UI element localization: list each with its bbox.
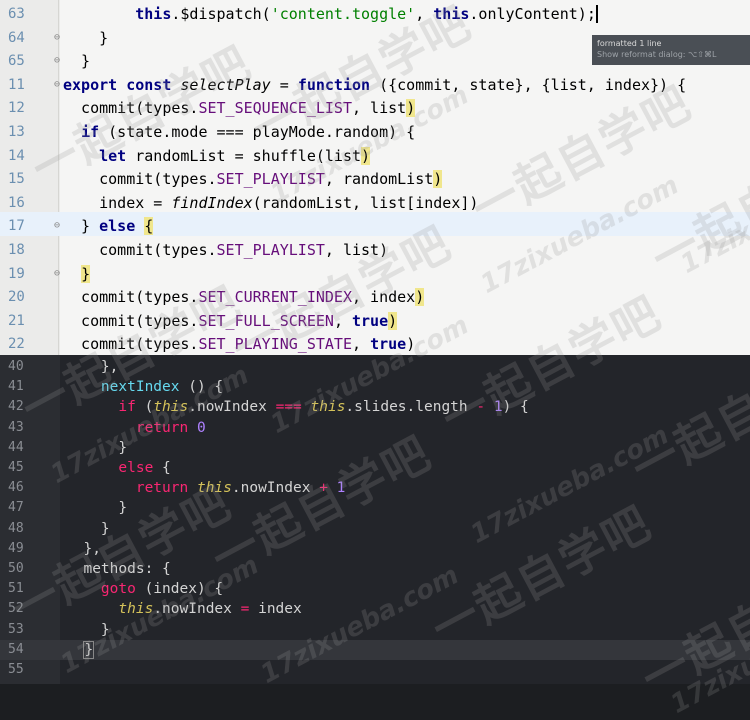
code-text: methods: { (66, 561, 171, 577)
line-number: 49 (8, 540, 24, 556)
code-line[interactable]: 54 } (0, 639, 750, 660)
line-number: 13 (8, 124, 25, 140)
fold-marker-icon[interactable]: ⊖ (52, 56, 62, 66)
line-number: 45 (8, 460, 24, 475)
code-text: } (63, 28, 109, 47)
line-number: 16 (8, 194, 25, 211)
code-text: if (this.nowIndex === this.slides.length… (118, 399, 529, 416)
code-text: commit(types.SET_PLAYLIST, list) (63, 241, 389, 259)
format-tooltip: formatted 1 line Show reformat dialog: ⌥… (592, 35, 750, 65)
code-text: } else { (63, 217, 154, 236)
line-number: 15 (8, 171, 25, 188)
line-number: 53 (8, 621, 24, 637)
fold-marker-icon[interactable]: ⊖ (52, 221, 62, 231)
code-text: } (66, 500, 128, 517)
code-text: } (83, 640, 95, 659)
line-number: 52 (8, 601, 24, 617)
tooltip-subtitle: Show reformat dialog: ⌥⇧⌘L (597, 50, 717, 59)
line-number: 47 (8, 500, 24, 516)
line-number: 11 (8, 76, 25, 93)
line-number: 22 (8, 336, 25, 353)
code-text: } (63, 52, 91, 71)
code-text: }, (66, 359, 119, 375)
code-text: commit(types.SET_PLAYLIST, randomList) (63, 170, 443, 189)
code-text: commit(types.SET_SEQUENCE_LIST, list) (63, 99, 416, 118)
line-number: 41 (8, 379, 24, 395)
line-number: 55 (8, 662, 24, 677)
code-text: }, (66, 540, 101, 557)
code-text: commit(types.SET_PLAYING_STATE, true) (63, 335, 416, 354)
code-text: this.nowIndex = index (118, 601, 302, 618)
line-number: 63 (8, 6, 25, 22)
code-text: if (state.mode === playMode.random) { (81, 123, 416, 141)
line-number: 43 (8, 419, 24, 435)
bottom-editor-panel: 40 }, 41 nextIndex () { 42 if (this.nowInd… (0, 355, 750, 684)
line-number: 42 (8, 399, 24, 415)
code-text: } (66, 520, 110, 537)
code-text: let randomList = shuffle(list) (99, 146, 371, 165)
line-number: 44 (8, 439, 24, 455)
fold-marker-icon[interactable]: ⊖ (52, 268, 62, 279)
line-number: 65 (8, 53, 25, 70)
code-text: commit(types.SET_CURRENT_INDEX, index) (63, 288, 425, 307)
fold-line (58, 0, 59, 355)
code-text: index = findIndex(randomList, list[index… (63, 193, 479, 212)
line-number: 21 (8, 312, 25, 329)
code-text: this.$dispatch('content.toggle', this.on… (135, 5, 598, 23)
line-number: 50 (8, 561, 24, 576)
code-text: nextIndex () { (100, 379, 224, 396)
fold-marker-icon[interactable]: ⊖ (52, 32, 62, 43)
fold-marker-icon[interactable]: ⊖ (52, 79, 62, 90)
line-number: 17 (8, 218, 25, 235)
line-number: 64 (8, 29, 25, 46)
top-editor-panel: 63 this.$dispatch('content.toggle', this… (0, 0, 750, 355)
line-number: 19 (8, 265, 25, 282)
line-number: 40 (8, 359, 24, 374)
code-text: return 0 (135, 419, 206, 436)
line-number: 14 (8, 147, 25, 164)
code-text: } (66, 439, 128, 456)
line-number: 18 (8, 242, 25, 258)
tooltip-title: formatted 1 line (597, 39, 662, 48)
code-text: } (81, 264, 91, 283)
line-number: 46 (8, 480, 24, 496)
code-text: else { (118, 460, 171, 476)
line-number: 48 (8, 520, 24, 536)
code-text: commit(types.SET_FULL_SCREEN, true) (63, 311, 398, 330)
code-text: return this.nowIndex + 1 (135, 480, 346, 497)
code-text: goto (index) { (100, 581, 224, 598)
line-number: 20 (8, 289, 25, 306)
code-text: } (66, 621, 110, 638)
line-number: 54 (8, 641, 24, 657)
code-text: export const selectPlay = function ({com… (63, 75, 687, 94)
line-number: 51 (8, 581, 24, 597)
line-number: 12 (8, 100, 25, 117)
